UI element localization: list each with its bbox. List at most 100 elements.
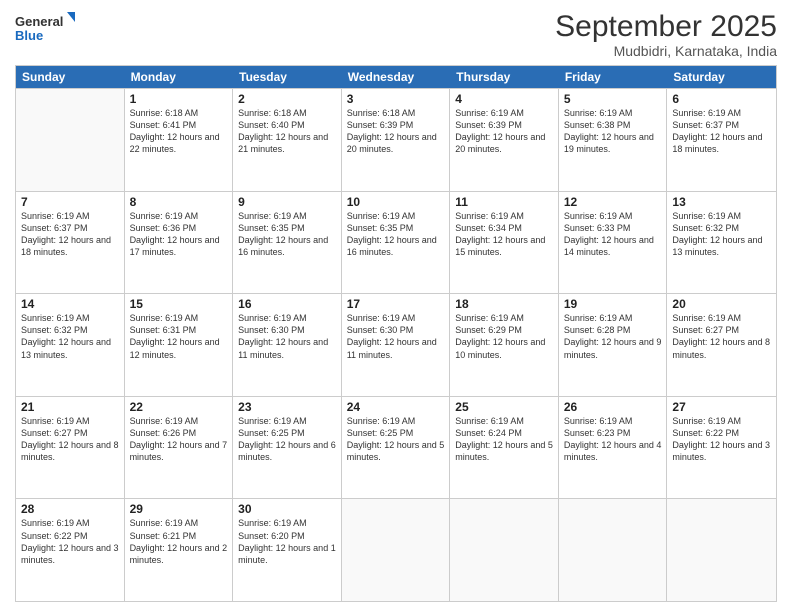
day-cell-2: 2Sunrise: 6:18 AM Sunset: 6:40 PM Daylig…: [233, 89, 342, 191]
cell-info: Sunrise: 6:19 AM Sunset: 6:30 PM Dayligh…: [238, 312, 336, 361]
cell-info: Sunrise: 6:19 AM Sunset: 6:22 PM Dayligh…: [672, 415, 771, 464]
day-cell-5: 5Sunrise: 6:19 AM Sunset: 6:38 PM Daylig…: [559, 89, 668, 191]
day-number: 14: [21, 297, 119, 311]
cell-info: Sunrise: 6:19 AM Sunset: 6:21 PM Dayligh…: [130, 517, 228, 566]
cell-info: Sunrise: 6:18 AM Sunset: 6:40 PM Dayligh…: [238, 107, 336, 156]
day-header-thursday: Thursday: [450, 66, 559, 88]
empty-cell-4-4: [450, 499, 559, 601]
cell-info: Sunrise: 6:19 AM Sunset: 6:28 PM Dayligh…: [564, 312, 662, 361]
day-number: 10: [347, 195, 445, 209]
day-cell-8: 8Sunrise: 6:19 AM Sunset: 6:36 PM Daylig…: [125, 192, 234, 294]
day-cell-4: 4Sunrise: 6:19 AM Sunset: 6:39 PM Daylig…: [450, 89, 559, 191]
cell-info: Sunrise: 6:19 AM Sunset: 6:27 PM Dayligh…: [21, 415, 119, 464]
cell-info: Sunrise: 6:19 AM Sunset: 6:25 PM Dayligh…: [347, 415, 445, 464]
cell-info: Sunrise: 6:19 AM Sunset: 6:32 PM Dayligh…: [672, 210, 771, 259]
day-header-tuesday: Tuesday: [233, 66, 342, 88]
day-number: 30: [238, 502, 336, 516]
cell-info: Sunrise: 6:19 AM Sunset: 6:35 PM Dayligh…: [238, 210, 336, 259]
cell-info: Sunrise: 6:19 AM Sunset: 6:30 PM Dayligh…: [347, 312, 445, 361]
cell-info: Sunrise: 6:18 AM Sunset: 6:39 PM Dayligh…: [347, 107, 445, 156]
day-number: 22: [130, 400, 228, 414]
cell-info: Sunrise: 6:19 AM Sunset: 6:39 PM Dayligh…: [455, 107, 553, 156]
day-cell-24: 24Sunrise: 6:19 AM Sunset: 6:25 PM Dayli…: [342, 397, 451, 499]
cell-info: Sunrise: 6:19 AM Sunset: 6:35 PM Dayligh…: [347, 210, 445, 259]
cell-info: Sunrise: 6:19 AM Sunset: 6:26 PM Dayligh…: [130, 415, 228, 464]
day-number: 1: [130, 92, 228, 106]
cell-info: Sunrise: 6:19 AM Sunset: 6:25 PM Dayligh…: [238, 415, 336, 464]
day-number: 16: [238, 297, 336, 311]
day-cell-23: 23Sunrise: 6:19 AM Sunset: 6:25 PM Dayli…: [233, 397, 342, 499]
day-cell-13: 13Sunrise: 6:19 AM Sunset: 6:32 PM Dayli…: [667, 192, 776, 294]
week-row-5: 28Sunrise: 6:19 AM Sunset: 6:22 PM Dayli…: [16, 498, 776, 601]
day-cell-28: 28Sunrise: 6:19 AM Sunset: 6:22 PM Dayli…: [16, 499, 125, 601]
day-cell-11: 11Sunrise: 6:19 AM Sunset: 6:34 PM Dayli…: [450, 192, 559, 294]
day-cell-7: 7Sunrise: 6:19 AM Sunset: 6:37 PM Daylig…: [16, 192, 125, 294]
day-number: 19: [564, 297, 662, 311]
logo-svg: General Blue: [15, 10, 75, 48]
day-number: 9: [238, 195, 336, 209]
cell-info: Sunrise: 6:19 AM Sunset: 6:34 PM Dayligh…: [455, 210, 553, 259]
svg-text:Blue: Blue: [15, 28, 43, 43]
cell-info: Sunrise: 6:19 AM Sunset: 6:31 PM Dayligh…: [130, 312, 228, 361]
svg-text:General: General: [15, 14, 63, 29]
cell-info: Sunrise: 6:19 AM Sunset: 6:22 PM Dayligh…: [21, 517, 119, 566]
day-number: 18: [455, 297, 553, 311]
day-cell-22: 22Sunrise: 6:19 AM Sunset: 6:26 PM Dayli…: [125, 397, 234, 499]
day-number: 27: [672, 400, 771, 414]
day-cell-26: 26Sunrise: 6:19 AM Sunset: 6:23 PM Dayli…: [559, 397, 668, 499]
day-number: 5: [564, 92, 662, 106]
day-number: 15: [130, 297, 228, 311]
empty-cell-4-5: [559, 499, 668, 601]
week-row-3: 14Sunrise: 6:19 AM Sunset: 6:32 PM Dayli…: [16, 293, 776, 396]
day-cell-9: 9Sunrise: 6:19 AM Sunset: 6:35 PM Daylig…: [233, 192, 342, 294]
day-header-sunday: Sunday: [16, 66, 125, 88]
day-cell-12: 12Sunrise: 6:19 AM Sunset: 6:33 PM Dayli…: [559, 192, 668, 294]
day-number: 21: [21, 400, 119, 414]
cell-info: Sunrise: 6:19 AM Sunset: 6:29 PM Dayligh…: [455, 312, 553, 361]
calendar-body: 1Sunrise: 6:18 AM Sunset: 6:41 PM Daylig…: [16, 88, 776, 601]
day-number: 11: [455, 195, 553, 209]
cell-info: Sunrise: 6:19 AM Sunset: 6:36 PM Dayligh…: [130, 210, 228, 259]
day-cell-29: 29Sunrise: 6:19 AM Sunset: 6:21 PM Dayli…: [125, 499, 234, 601]
day-number: 7: [21, 195, 119, 209]
day-cell-1: 1Sunrise: 6:18 AM Sunset: 6:41 PM Daylig…: [125, 89, 234, 191]
cell-info: Sunrise: 6:19 AM Sunset: 6:32 PM Dayligh…: [21, 312, 119, 361]
logo: General Blue: [15, 10, 75, 48]
day-cell-30: 30Sunrise: 6:19 AM Sunset: 6:20 PM Dayli…: [233, 499, 342, 601]
day-number: 3: [347, 92, 445, 106]
day-number: 4: [455, 92, 553, 106]
empty-cell-4-6: [667, 499, 776, 601]
cell-info: Sunrise: 6:19 AM Sunset: 6:33 PM Dayligh…: [564, 210, 662, 259]
day-header-friday: Friday: [559, 66, 668, 88]
day-number: 13: [672, 195, 771, 209]
month-year-title: September 2025: [555, 10, 777, 43]
location-subtitle: Mudbidri, Karnataka, India: [555, 43, 777, 59]
day-cell-17: 17Sunrise: 6:19 AM Sunset: 6:30 PM Dayli…: [342, 294, 451, 396]
cell-info: Sunrise: 6:19 AM Sunset: 6:24 PM Dayligh…: [455, 415, 553, 464]
calendar-header-row: SundayMondayTuesdayWednesdayThursdayFrid…: [16, 66, 776, 88]
day-cell-27: 27Sunrise: 6:19 AM Sunset: 6:22 PM Dayli…: [667, 397, 776, 499]
cell-info: Sunrise: 6:19 AM Sunset: 6:23 PM Dayligh…: [564, 415, 662, 464]
week-row-4: 21Sunrise: 6:19 AM Sunset: 6:27 PM Dayli…: [16, 396, 776, 499]
day-number: 28: [21, 502, 119, 516]
page: General Blue September 2025 Mudbidri, Ka…: [0, 0, 792, 612]
day-number: 26: [564, 400, 662, 414]
day-number: 6: [672, 92, 771, 106]
cell-info: Sunrise: 6:19 AM Sunset: 6:37 PM Dayligh…: [21, 210, 119, 259]
day-cell-3: 3Sunrise: 6:18 AM Sunset: 6:39 PM Daylig…: [342, 89, 451, 191]
week-row-1: 1Sunrise: 6:18 AM Sunset: 6:41 PM Daylig…: [16, 88, 776, 191]
cell-info: Sunrise: 6:19 AM Sunset: 6:38 PM Dayligh…: [564, 107, 662, 156]
day-cell-16: 16Sunrise: 6:19 AM Sunset: 6:30 PM Dayli…: [233, 294, 342, 396]
empty-cell-4-3: [342, 499, 451, 601]
day-number: 2: [238, 92, 336, 106]
day-header-wednesday: Wednesday: [342, 66, 451, 88]
day-number: 17: [347, 297, 445, 311]
day-cell-20: 20Sunrise: 6:19 AM Sunset: 6:27 PM Dayli…: [667, 294, 776, 396]
day-number: 25: [455, 400, 553, 414]
cell-info: Sunrise: 6:19 AM Sunset: 6:37 PM Dayligh…: [672, 107, 771, 156]
day-number: 23: [238, 400, 336, 414]
day-cell-18: 18Sunrise: 6:19 AM Sunset: 6:29 PM Dayli…: [450, 294, 559, 396]
title-block: September 2025 Mudbidri, Karnataka, Indi…: [555, 10, 777, 59]
day-number: 29: [130, 502, 228, 516]
cell-info: Sunrise: 6:18 AM Sunset: 6:41 PM Dayligh…: [130, 107, 228, 156]
